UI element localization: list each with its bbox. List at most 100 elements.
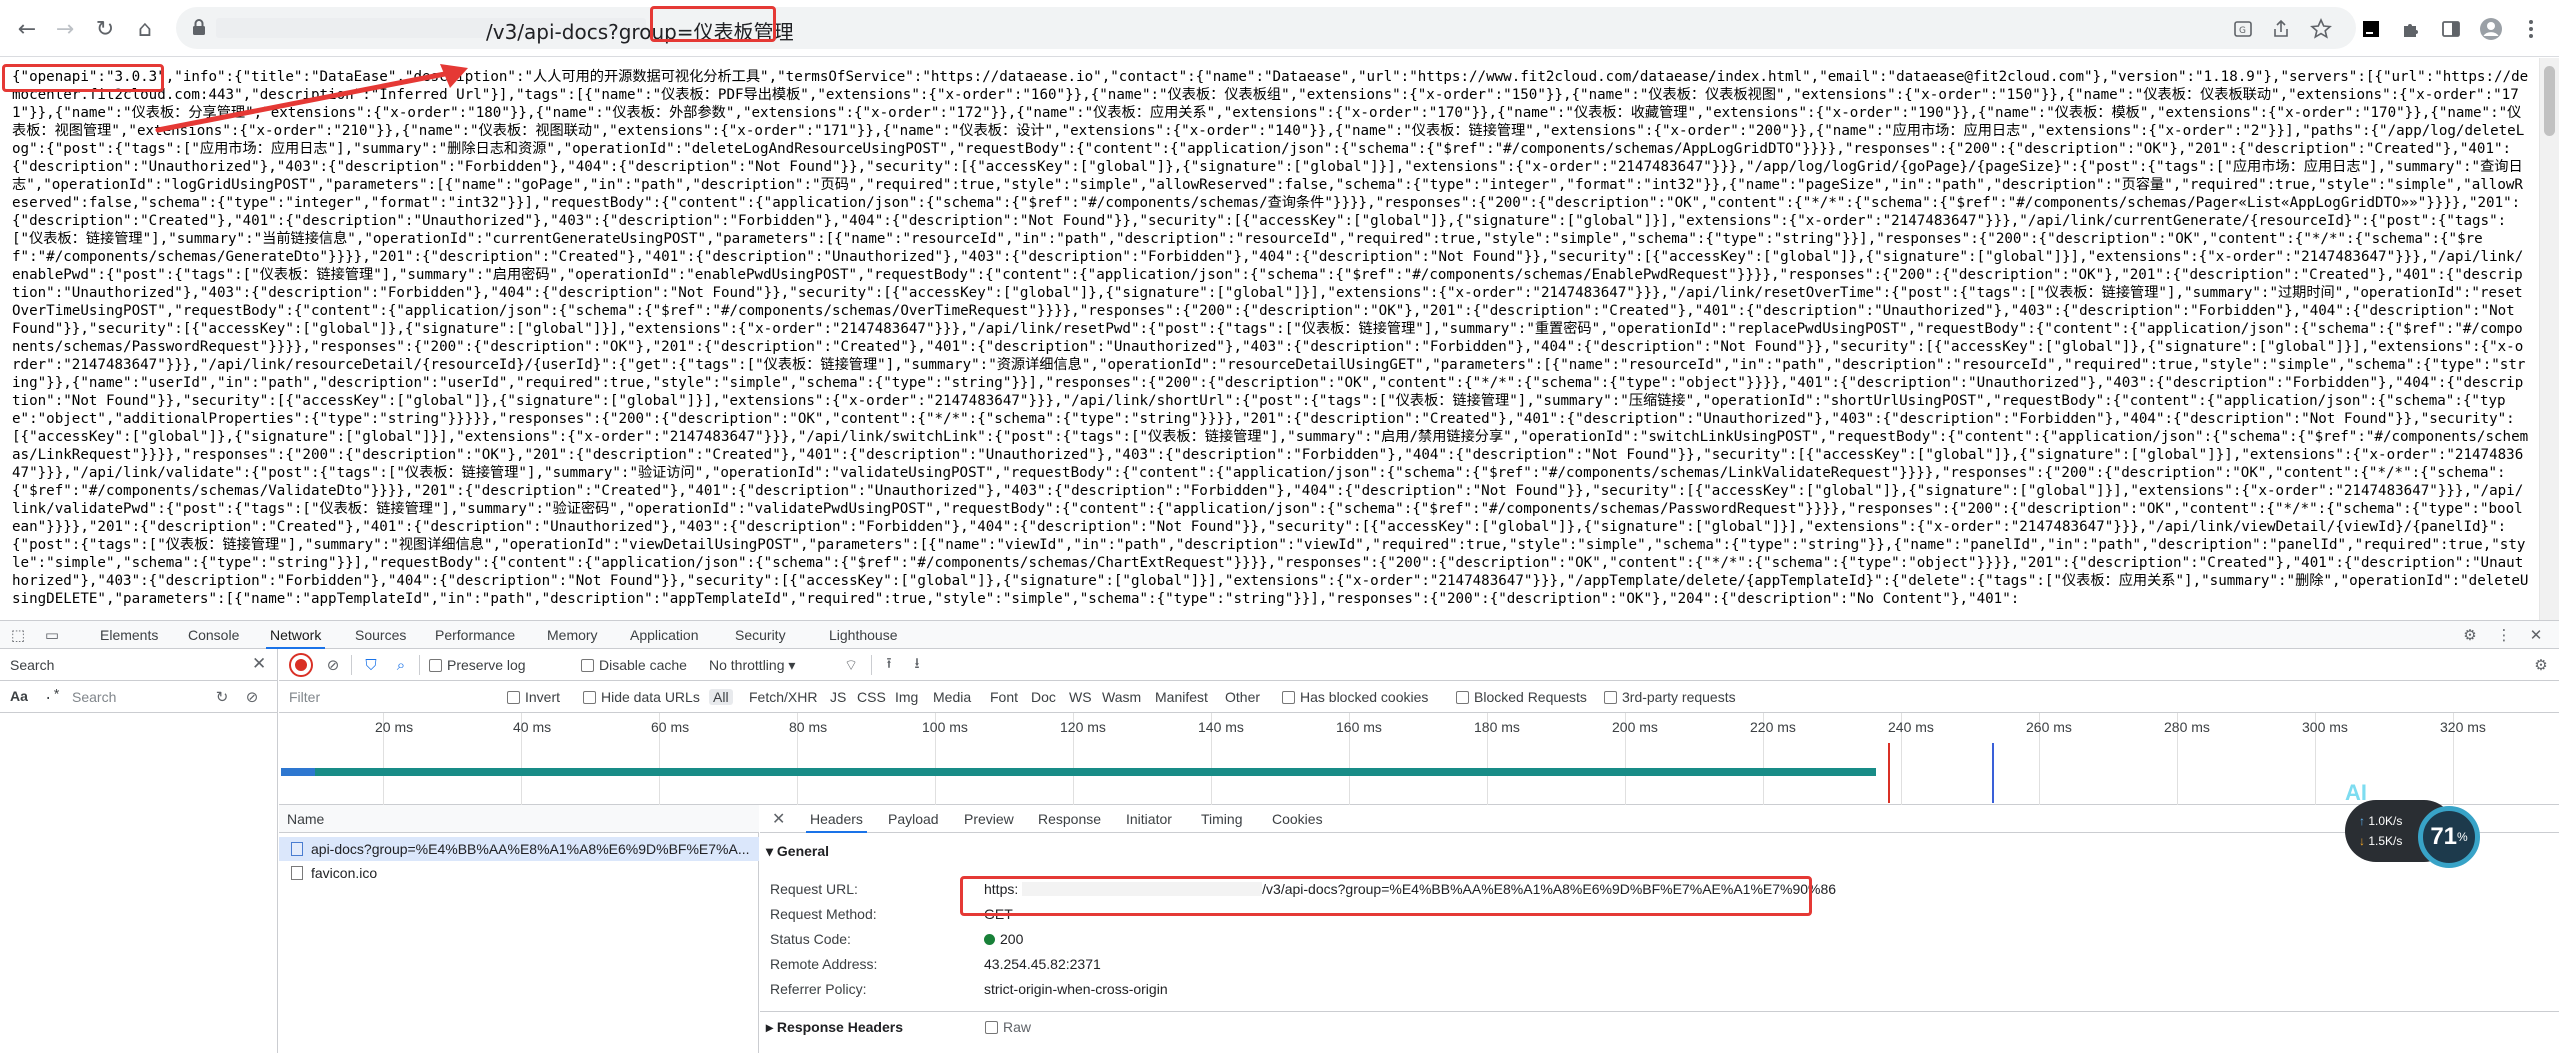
share-icon[interactable] xyxy=(2266,14,2296,44)
tab-console[interactable]: Console xyxy=(188,627,239,643)
usage-percent-ring[interactable]: 71% xyxy=(2418,806,2480,868)
network-timeline-overview[interactable]: 20 ms 40 ms 60 ms 80 ms 100 ms 120 ms 14… xyxy=(279,713,2559,805)
tab-security[interactable]: Security xyxy=(735,627,786,643)
extension-jb-icon[interactable] xyxy=(2356,14,2386,44)
type-filter-font[interactable]: Font xyxy=(990,689,1018,705)
response-headers-section-header[interactable]: ▸ Response Headers xyxy=(766,1019,903,1036)
network-conditions-icon[interactable]: ⌔ xyxy=(841,655,861,675)
profile-icon[interactable] xyxy=(2476,14,2506,44)
tab-response[interactable]: Response xyxy=(1038,811,1101,827)
tab-headers[interactable]: Headers xyxy=(806,811,867,833)
type-filter-js[interactable]: JS xyxy=(830,689,846,705)
request-row[interactable]: favicon.ico xyxy=(279,861,759,885)
clear-search-icon[interactable]: ⊘ xyxy=(242,687,262,707)
raw-checkbox[interactable]: Raw xyxy=(985,1019,1031,1035)
type-filter-img[interactable]: Img xyxy=(895,689,918,705)
upload-speed-text: 1.0K/s xyxy=(2368,814,2403,828)
checkbox-icon xyxy=(1282,691,1295,704)
has-blocked-cookies-label: Has blocked cookies xyxy=(1300,689,1429,705)
device-toolbar-icon[interactable]: ▭ xyxy=(42,625,62,645)
invert-checkbox[interactable]: Invert xyxy=(507,689,560,705)
tab-preview[interactable]: Preview xyxy=(964,811,1014,827)
request-method-key: Request Method: xyxy=(770,906,877,922)
tab-performance[interactable]: Performance xyxy=(435,627,515,643)
type-filter-wasm[interactable]: Wasm xyxy=(1102,689,1141,705)
more-options-icon[interactable]: ⋮ xyxy=(2494,625,2514,645)
home-button[interactable]: ⌂ xyxy=(130,14,160,44)
tab-initiator[interactable]: Initiator xyxy=(1126,811,1172,827)
translate-icon[interactable]: G xyxy=(2228,14,2258,44)
address-bar[interactable]: /v3/api-docs?group=仪表板管理 xyxy=(176,7,2356,49)
tab-memory[interactable]: Memory xyxy=(547,627,598,643)
record-button[interactable] xyxy=(291,655,311,675)
checkbox-icon xyxy=(985,1021,998,1034)
menu-icon[interactable] xyxy=(2516,14,2546,44)
tick-label: 120 ms xyxy=(1060,719,1106,735)
name-column-header[interactable]: Name xyxy=(287,811,324,827)
general-section-header[interactable]: ▾ General xyxy=(766,843,829,860)
tab-cookies[interactable]: Cookies xyxy=(1272,811,1323,827)
type-filter-ws[interactable]: WS xyxy=(1069,689,1092,705)
checkbox-icon xyxy=(1456,691,1469,704)
tab-payload[interactable]: Payload xyxy=(888,811,939,827)
search-input[interactable]: Search xyxy=(72,689,116,705)
sidebar-icon[interactable] xyxy=(2436,14,2466,44)
status-code-value: 200 xyxy=(984,931,1023,947)
hide-data-urls-checkbox[interactable]: Hide data URLs xyxy=(583,689,700,705)
type-filter-css[interactable]: CSS xyxy=(857,689,886,705)
star-icon[interactable] xyxy=(2306,14,2336,44)
network-settings-gear-icon[interactable]: ⚙ xyxy=(2531,655,2551,675)
page-scrollbar[interactable] xyxy=(2539,58,2559,620)
settings-gear-icon[interactable]: ⚙ xyxy=(2460,625,2480,645)
usage-percent-unit: % xyxy=(2457,830,2468,844)
regex-toggle[interactable]: .* xyxy=(44,688,61,704)
clear-log-icon[interactable]: ⊘ xyxy=(323,655,343,675)
back-button[interactable]: ← xyxy=(12,14,42,44)
tick-label: 20 ms xyxy=(375,719,414,735)
import-har-icon[interactable]: ⭱ xyxy=(879,654,899,675)
request-row[interactable]: api-docs?group=%E4%BB%AA%E8%A1%A8%E6%9D%… xyxy=(279,837,759,861)
inspect-element-icon[interactable]: ⬚ xyxy=(8,625,28,645)
tick-label: 80 ms xyxy=(789,719,828,735)
upload-speed: ↑ 1.0K/s xyxy=(2359,814,2402,828)
type-filter-other[interactable]: Other xyxy=(1225,689,1260,705)
close-details-icon[interactable]: ✕ xyxy=(772,809,785,828)
search-icon[interactable]: ⌕ xyxy=(391,655,411,675)
page-scrollbar-thumb[interactable] xyxy=(2544,66,2555,136)
export-har-icon[interactable]: ⭳ xyxy=(907,654,927,675)
close-devtools-icon[interactable]: ✕ xyxy=(2526,625,2546,645)
type-filter-doc[interactable]: Doc xyxy=(1031,689,1056,705)
toolbar-separator xyxy=(871,655,872,675)
match-case-toggle[interactable]: Aa xyxy=(10,688,28,704)
tab-network[interactable]: Network xyxy=(265,627,326,649)
reload-button[interactable]: ↻ xyxy=(90,14,120,44)
blocked-requests-checkbox[interactable]: Blocked Requests xyxy=(1456,689,1587,705)
type-filter-fetch-xhr[interactable]: Fetch/XHR xyxy=(749,689,817,705)
puzzle-icon[interactable] xyxy=(2396,14,2426,44)
filter-input[interactable]: Filter xyxy=(289,689,320,705)
disable-cache-checkbox[interactable]: Disable cache xyxy=(581,657,687,673)
type-filter-media[interactable]: Media xyxy=(933,689,971,705)
type-filter-all[interactable]: All xyxy=(709,689,733,705)
load-event-marker xyxy=(1888,743,1890,803)
document-file-icon xyxy=(291,842,303,856)
tick-label: 60 ms xyxy=(651,719,690,735)
remote-address-value: 43.254.45.82:2371 xyxy=(984,956,1101,972)
tab-timing[interactable]: Timing xyxy=(1201,811,1243,827)
type-filter-manifest[interactable]: Manifest xyxy=(1155,689,1208,705)
forward-button[interactable]: → xyxy=(50,14,80,44)
search-input-row: Aa .* Search ↻ ⊘ xyxy=(0,681,278,713)
close-search-icon[interactable]: ✕ xyxy=(252,654,266,674)
tab-sources[interactable]: Sources xyxy=(355,627,406,643)
throttling-select[interactable]: No throttling ▾ xyxy=(709,657,795,674)
upload-arrow-icon: ↑ xyxy=(2359,814,2369,828)
tab-lighthouse[interactable]: Lighthouse xyxy=(829,627,898,643)
tab-application[interactable]: Application xyxy=(630,627,699,643)
tab-elements[interactable]: Elements xyxy=(100,627,158,643)
filter-funnel-icon[interactable]: ⛉ xyxy=(361,655,381,675)
third-party-checkbox[interactable]: 3rd-party requests xyxy=(1604,689,1736,705)
preserve-log-checkbox[interactable]: Preserve log xyxy=(429,657,526,673)
refresh-search-icon[interactable]: ↻ xyxy=(212,687,232,707)
has-blocked-cookies-checkbox[interactable]: Has blocked cookies xyxy=(1282,689,1428,705)
usage-percent: 71 xyxy=(2430,823,2458,850)
